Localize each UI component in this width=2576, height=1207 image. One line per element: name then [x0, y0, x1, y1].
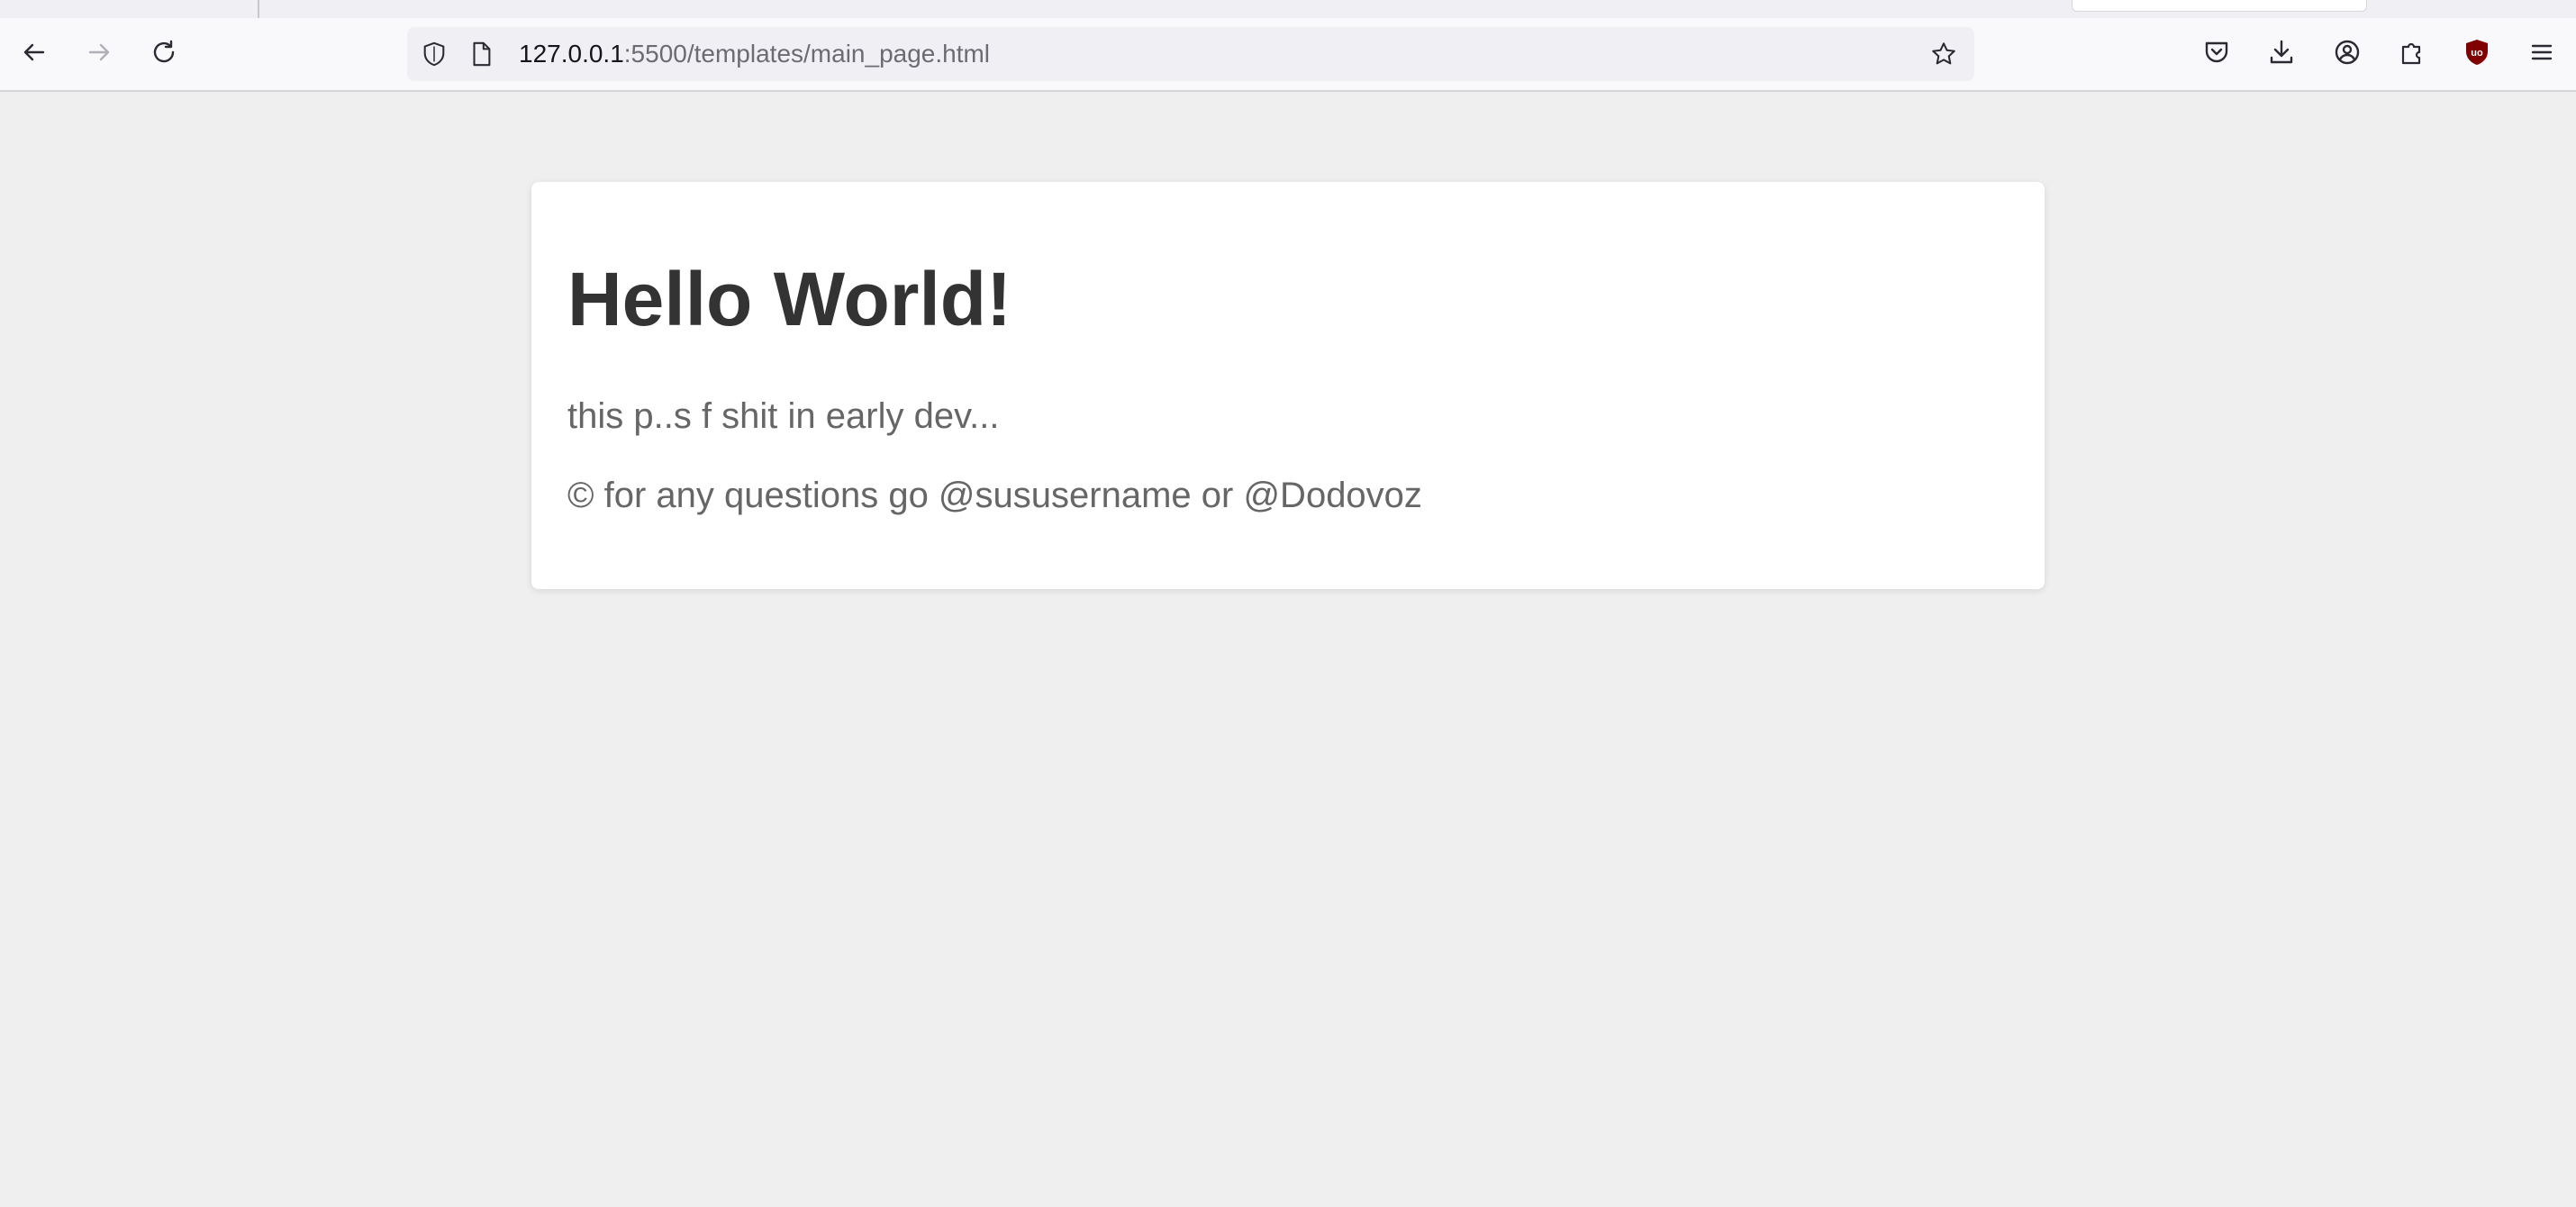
download-icon [2267, 38, 2296, 71]
tab-strip [0, 0, 2576, 18]
ublock-button[interactable]: uo [2459, 36, 2495, 72]
pocket-icon [2202, 38, 2231, 71]
hamburger-menu-icon [2527, 38, 2556, 71]
forward-button[interactable] [81, 36, 117, 72]
extensions-button[interactable] [2394, 36, 2430, 72]
reload-icon [150, 38, 178, 71]
url-bar[interactable]: 127.0.0.1:5500/templates/main_page.html [407, 27, 1974, 81]
content-card: Hello World! this p..s f shit in early d… [531, 182, 2045, 589]
status-text: this p..s f shit in early dev... [567, 396, 1000, 436]
back-button[interactable] [16, 36, 52, 72]
ublock-shield-icon: uo [2463, 38, 2491, 71]
account-icon [2333, 38, 2362, 71]
menu-button[interactable] [2524, 36, 2560, 72]
tab-popup-edge [2072, 0, 2367, 12]
puzzle-icon [2398, 38, 2426, 71]
arrow-right-icon [85, 38, 113, 71]
tab-divider [258, 0, 259, 18]
svg-text:uo: uo [2471, 48, 2483, 59]
page-icon[interactable] [467, 40, 495, 68]
url-text[interactable]: 127.0.0.1:5500/templates/main_page.html [519, 27, 990, 81]
contact-text: © for any questions go @sususername or @… [567, 476, 1422, 515]
reload-button[interactable] [146, 36, 182, 72]
star-icon[interactable] [1929, 40, 1958, 68]
pocket-button[interactable] [2199, 36, 2235, 72]
shield-icon[interactable] [420, 40, 449, 68]
browser-toolbar: 127.0.0.1:5500/templates/main_page.html [0, 18, 2576, 92]
url-host: 127.0.0.1 [519, 40, 624, 68]
url-path: :5500/templates/main_page.html [623, 40, 991, 68]
page-title: Hello World! [567, 257, 1012, 341]
downloads-button[interactable] [2263, 36, 2299, 72]
arrow-left-icon [20, 38, 49, 71]
account-button[interactable] [2329, 36, 2365, 72]
